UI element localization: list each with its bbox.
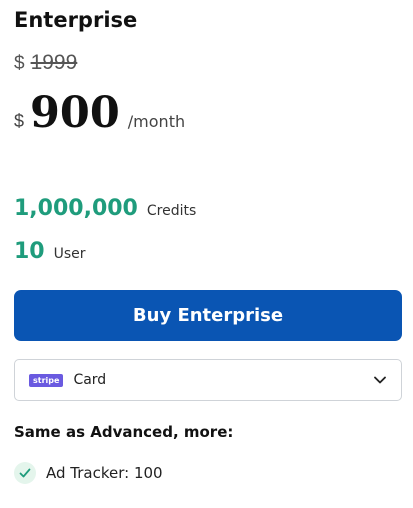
credits-value: 1,000,000 bbox=[14, 196, 138, 221]
original-price-currency: $ bbox=[14, 53, 25, 74]
plan-title: Enterprise bbox=[14, 8, 138, 32]
feature-item: Ad Tracker: 100 bbox=[14, 462, 163, 484]
price-currency: $ bbox=[14, 111, 25, 131]
features-heading: Same as Advanced, more: bbox=[14, 423, 234, 441]
payment-method-select[interactable]: stripe Card bbox=[14, 359, 402, 401]
feature-label: Ad Tracker: 100 bbox=[46, 464, 163, 482]
price-period: /month bbox=[127, 112, 186, 131]
credits-unit: Credits bbox=[146, 203, 197, 219]
payment-method-value: Card bbox=[73, 372, 107, 388]
current-price: $ 900 /month bbox=[14, 88, 185, 148]
pricing-card: Enterprise $ 1999 $ 900 /month 1,000,000… bbox=[0, 0, 413, 508]
original-price-value: 1999 bbox=[30, 51, 78, 74]
user-quota: 10 User bbox=[14, 239, 86, 264]
price-amount: 900 bbox=[30, 88, 120, 138]
buy-enterprise-button[interactable]: Buy Enterprise bbox=[14, 290, 402, 341]
original-price: $ 1999 bbox=[14, 51, 77, 75]
stripe-icon: stripe bbox=[29, 373, 64, 387]
credits-quota: 1,000,000 Credits bbox=[14, 196, 196, 221]
user-unit: User bbox=[53, 246, 86, 262]
chevron-down-icon bbox=[374, 376, 386, 384]
user-value: 10 bbox=[14, 239, 45, 264]
check-icon bbox=[14, 462, 36, 484]
